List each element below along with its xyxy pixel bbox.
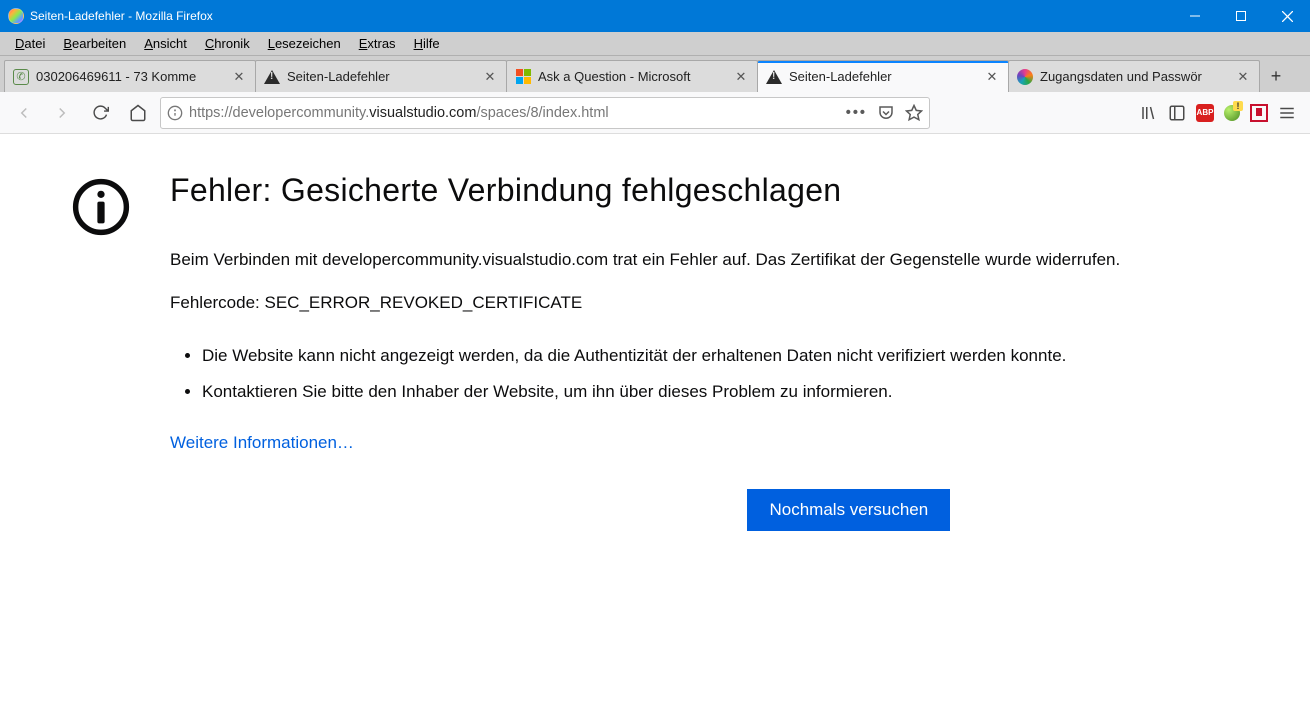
close-tab-icon[interactable]: ✕ [984, 69, 1000, 85]
info-large-icon [72, 178, 130, 236]
tab-title: Zugangsdaten und Passwör [1040, 69, 1228, 84]
menu-hilfe[interactable]: Hilfe [405, 34, 449, 53]
warning-icon [766, 69, 782, 85]
error-bullet: Die Website kann nicht angezeigt werden,… [202, 343, 1120, 369]
swirl-icon [1017, 69, 1033, 85]
maximize-button[interactable] [1218, 0, 1264, 32]
menu-bar: Datei Bearbeiten Ansicht Chronik Lesezei… [0, 32, 1310, 56]
sidebar-icon[interactable] [1168, 104, 1186, 122]
close-tab-icon[interactable]: ✕ [733, 69, 749, 85]
reload-button[interactable] [84, 97, 116, 129]
tab-title: Seiten-Ladefehler [789, 69, 977, 84]
app-menu-button[interactable] [1278, 104, 1296, 122]
pocket-icon[interactable] [877, 104, 895, 122]
error-description: Beim Verbinden mit developercommunity.vi… [170, 247, 1120, 273]
close-tab-icon[interactable]: ✕ [1235, 69, 1251, 85]
home-button[interactable] [122, 97, 154, 129]
phone-icon: ✆ [13, 69, 29, 85]
tab-strip: ✆ 030206469611 - 73 Komme ✕ Seiten-Ladef… [0, 56, 1310, 92]
mcafee-icon[interactable] [1250, 104, 1268, 122]
minimize-button[interactable] [1172, 0, 1218, 32]
page-actions-icon[interactable]: ••• [846, 105, 867, 121]
tab-title: Ask a Question - Microsoft [538, 69, 726, 84]
menu-chronik[interactable]: Chronik [196, 34, 259, 53]
new-tab-button[interactable]: + [1259, 60, 1293, 92]
library-icon[interactable] [1140, 104, 1158, 122]
tab-title: Seiten-Ladefehler [287, 69, 475, 84]
bookmark-star-icon[interactable] [905, 104, 923, 122]
menu-datei[interactable]: Datei [6, 34, 54, 53]
menu-ansicht[interactable]: Ansicht [135, 34, 196, 53]
url-bar[interactable]: https://developercommunity.visualstudio.… [160, 97, 930, 129]
back-button[interactable] [8, 97, 40, 129]
tab-0[interactable]: ✆ 030206469611 - 73 Komme ✕ [4, 60, 256, 92]
nav-toolbar: https://developercommunity.visualstudio.… [0, 92, 1310, 134]
info-icon [167, 105, 183, 121]
error-code: Fehlercode: SEC_ERROR_REVOKED_CERTIFICAT… [170, 293, 1120, 313]
menu-lesezeichen[interactable]: Lesezeichen [259, 34, 350, 53]
error-page: Fehler: Gesicherte Verbindung fehlgeschl… [0, 134, 1310, 531]
tab-3-active[interactable]: Seiten-Ladefehler ✕ [757, 60, 1009, 92]
forward-button[interactable] [46, 97, 78, 129]
window-titlebar: Seiten-Ladefehler - Mozilla Firefox [0, 0, 1310, 32]
firefox-icon [8, 8, 24, 24]
more-info-link[interactable]: Weitere Informationen… [170, 433, 354, 453]
error-title: Fehler: Gesicherte Verbindung fehlgeschl… [170, 172, 1120, 209]
adblock-icon[interactable]: ABP [1196, 104, 1214, 122]
menu-extras[interactable]: Extras [350, 34, 405, 53]
error-bullet: Kontaktieren Sie bitte den Inhaber der W… [202, 379, 1120, 405]
extension-ball-icon[interactable] [1224, 105, 1240, 121]
microsoft-icon [515, 69, 531, 85]
tab-2[interactable]: Ask a Question - Microsoft ✕ [506, 60, 758, 92]
tab-1[interactable]: Seiten-Ladefehler ✕ [255, 60, 507, 92]
menu-bearbeiten[interactable]: Bearbeiten [54, 34, 135, 53]
tab-4[interactable]: Zugangsdaten und Passwör ✕ [1008, 60, 1260, 92]
close-tab-icon[interactable]: ✕ [231, 69, 247, 85]
retry-button[interactable]: Nochmals versuchen [747, 489, 950, 531]
error-info-list: Die Website kann nicht angezeigt werden,… [202, 343, 1120, 406]
window-title: Seiten-Ladefehler - Mozilla Firefox [30, 9, 1172, 23]
close-tab-icon[interactable]: ✕ [482, 69, 498, 85]
close-window-button[interactable] [1264, 0, 1310, 32]
warning-icon [264, 69, 280, 85]
url-text: https://developercommunity.visualstudio.… [189, 105, 840, 121]
tab-title: 030206469611 - 73 Komme [36, 69, 224, 84]
